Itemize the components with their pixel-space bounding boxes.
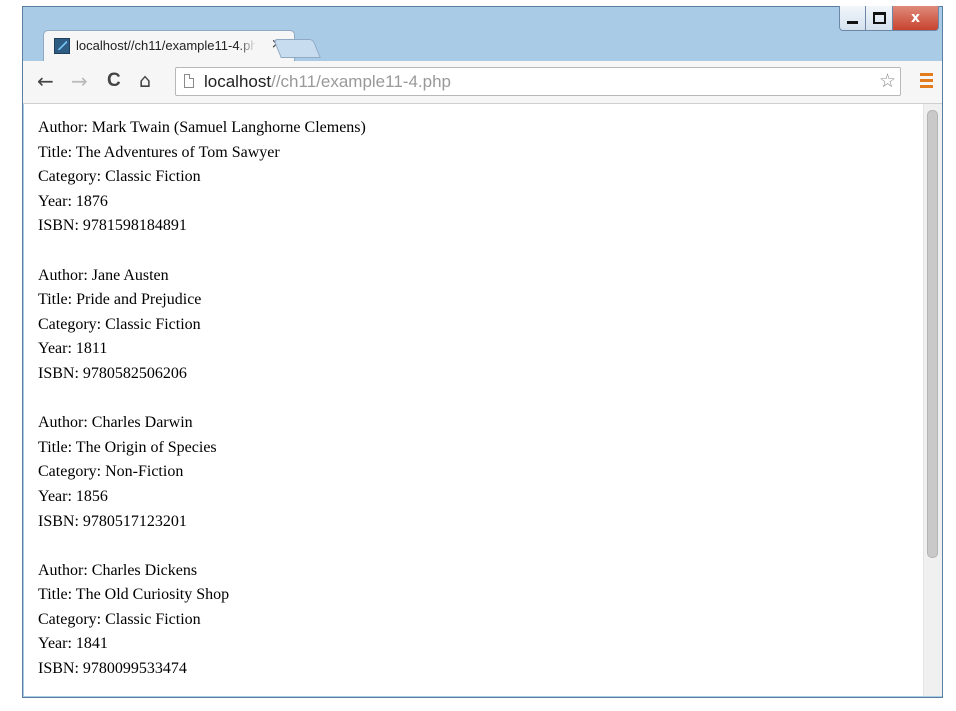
new-tab-button[interactable] (273, 39, 321, 58)
page-icon (184, 74, 194, 88)
book-year: Year: 1856 (38, 487, 108, 505)
browser-window: x localhost//ch11/example11-4.php × ← → … (22, 6, 943, 698)
book-title: Title: The Adventures of Tom Sawyer (38, 143, 280, 161)
book-category: Category: Classic Fiction (38, 315, 201, 333)
minimize-icon (847, 20, 858, 24)
book-entry: Author: Charles Dickens Title: The Old C… (38, 559, 923, 682)
url-path: //ch11/example11-4.php (271, 72, 451, 91)
book-isbn: ISBN: 9781598184891 (38, 217, 187, 235)
book-author: Author: Charles Darwin (38, 414, 193, 432)
browser-toolbar: ← → C ⌂ localhost//ch11/example11-4.php … (23, 61, 942, 104)
book-year: Year: 1876 (38, 192, 108, 210)
book-category: Category: Classic Fiction (38, 610, 201, 628)
close-icon: x (910, 10, 921, 26)
book-entry: Author: Jane Austen Title: Pride and Pre… (38, 264, 923, 387)
book-year: Year: 1841 (38, 635, 108, 653)
book-list: Author: Mark Twain (Samuel Langhorne Cle… (24, 104, 923, 682)
book-entry: Author: Charles Darwin Title: The Origin… (38, 411, 923, 534)
menu-icon[interactable] (920, 73, 933, 91)
book-title: Title: The Origin of Species (38, 438, 217, 456)
book-isbn: ISBN: 9780582506206 (38, 364, 187, 382)
book-title: Title: The Old Curiosity Shop (38, 586, 230, 604)
window-controls: x (839, 6, 939, 31)
star-icon[interactable]: ☆ (879, 70, 896, 92)
book-author: Author: Jane Austen (38, 266, 169, 284)
book-year: Year: 1811 (38, 340, 108, 358)
back-arrow-icon[interactable]: ← (37, 70, 54, 92)
book-author: Author: Mark Twain (Samuel Langhorne Cle… (38, 119, 366, 136)
favicon-icon (54, 38, 70, 54)
maximize-icon (872, 12, 886, 24)
book-entry: Author: Mark Twain (Samuel Langhorne Cle… (38, 116, 923, 239)
reload-icon[interactable]: C (107, 70, 121, 92)
scrollbar-thumb[interactable] (927, 110, 938, 558)
book-title: Title: Pride and Prejudice (38, 291, 202, 309)
vertical-scrollbar[interactable] (923, 104, 942, 696)
home-icon[interactable]: ⌂ (139, 70, 151, 92)
close-window-button[interactable]: x (893, 6, 939, 31)
minimize-button[interactable] (839, 6, 866, 31)
tab-title: localhost//ch11/example11-4.php (76, 38, 256, 53)
book-isbn: ISBN: 9780099533474 (38, 660, 187, 678)
book-category: Category: Classic Fiction (38, 168, 201, 186)
url-host: localhost (204, 72, 272, 91)
book-category: Category: Non-Fiction (38, 463, 184, 481)
page-content: Author: Mark Twain (Samuel Langhorne Cle… (24, 104, 923, 696)
url-text: localhost//ch11/example11-4.php (204, 72, 451, 92)
forward-arrow-icon[interactable]: → (71, 70, 88, 92)
maximize-button[interactable] (866, 6, 893, 31)
address-bar[interactable]: localhost//ch11/example11-4.php ☆ (175, 67, 901, 96)
tab-active[interactable]: localhost//ch11/example11-4.php × (43, 30, 295, 61)
book-author: Author: Charles Dickens (38, 561, 198, 579)
book-isbn: ISBN: 9780517123201 (38, 512, 187, 530)
